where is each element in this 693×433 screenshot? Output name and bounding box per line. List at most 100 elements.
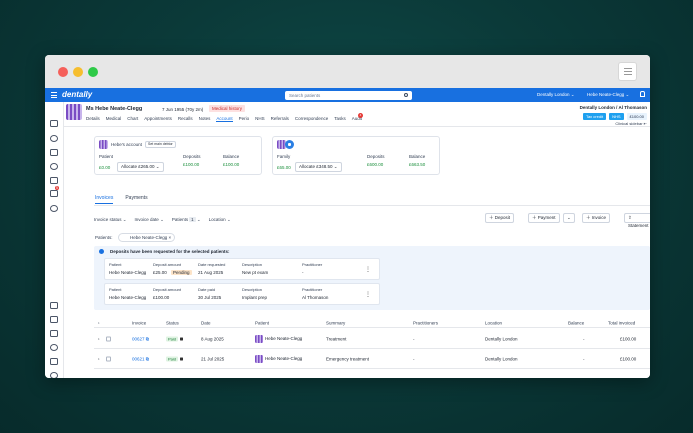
deposit-card-value: Hebe Neate-Clegg <box>109 270 147 275</box>
expand-all-icon[interactable]: › <box>98 320 100 325</box>
patient-header: Ms Hebe Neate-Clegg 7 Jun 1955 (70y 2m) … <box>64 102 650 127</box>
patients-filter[interactable]: Patients 1 ⌄ <box>172 217 201 223</box>
deposit-card: Patient Deposit amount Date paid Descrip… <box>104 283 380 305</box>
practice-practitioner: Dentally London / Al Thomason <box>579 105 647 110</box>
column-header: Date <box>201 320 211 325</box>
invoice-link[interactable]: 00627 ⧉ <box>132 336 149 341</box>
location-label: Dentally London <box>537 92 570 97</box>
inbox-count-badge: 5 <box>55 186 59 190</box>
payment-menu-button[interactable]: ⌄ <box>563 213 575 223</box>
tab-medical[interactable]: Medical <box>106 116 122 122</box>
expand-row-icon[interactable]: › <box>98 356 100 361</box>
invoice-link[interactable]: 00621 ⧉ <box>132 356 149 361</box>
family-allocate-dropdown[interactable]: Allocate £348.50 ⌄ <box>295 162 342 172</box>
kebab-menu-icon[interactable]: ⋮ <box>365 291 371 298</box>
tab-chart[interactable]: Chart <box>127 116 138 122</box>
maximize-window-button[interactable] <box>88 67 98 77</box>
list-icon[interactable] <box>50 302 58 309</box>
status-cell: Paid <box>166 336 184 341</box>
deposit-button[interactable]: ＋ Deposit <box>485 213 515 223</box>
new-invoice-button[interactable]: ＋ Invoice <box>582 213 611 223</box>
balance-cell: - <box>583 356 585 361</box>
patients-icon[interactable] <box>50 135 58 142</box>
payment-button[interactable]: ＋ Payment <box>528 213 560 223</box>
tab-account[interactable]: Account <box>216 116 233 122</box>
row-checkbox[interactable] <box>106 356 111 361</box>
home-icon[interactable] <box>50 120 58 127</box>
invoice-status-filter[interactable]: Invoice status ⌄ <box>94 217 127 223</box>
main-content: Ms Hebe Neate-Clegg 7 Jun 1955 (70y 2m) … <box>64 102 650 378</box>
patient-account-card: Hebe's account Set main debtor Patient £… <box>94 136 262 175</box>
patient-chip-name: Hebe Neate-Clegg <box>130 235 168 240</box>
clock-icon[interactable] <box>50 163 58 170</box>
tab-tasks[interactable]: Tasks <box>334 116 346 122</box>
medical-history-badge[interactable]: Medical history <box>209 105 246 112</box>
tab-invoices[interactable]: Invoices <box>95 195 114 204</box>
tab-correspondence[interactable]: Correspondence <box>295 116 328 122</box>
location-dropdown[interactable]: Dentally London ⌄ <box>537 92 575 98</box>
tab-recalls[interactable]: Recalls <box>178 116 193 122</box>
balance-label: Balance <box>223 154 240 159</box>
column-header: Invoice <box>132 320 147 325</box>
tab-details[interactable]: Details <box>86 116 100 122</box>
row-checkbox[interactable] <box>106 336 111 341</box>
patient-name: Ms Hebe Neate-Clegg <box>86 106 143 112</box>
deposit-card-header: Patient <box>109 287 122 292</box>
invoice-label: Invoice <box>591 215 607 220</box>
minimize-window-button[interactable] <box>73 67 83 77</box>
top-nav-bar: dentally Search patients Dentally London… <box>45 88 650 102</box>
deposit-card-value: New pt exam <box>242 270 269 275</box>
deposit-card-header: Description <box>242 262 263 267</box>
deposit-card-value: 21 Aug 2025 <box>198 270 224 275</box>
nhs-button[interactable]: NHS <box>609 113 624 120</box>
patient-chip[interactable]: Hebe Neate-Clegg × <box>118 233 176 242</box>
kebab-menu-icon[interactable]: ⋮ <box>365 266 371 273</box>
total-cell: £100.00 <box>620 356 637 361</box>
allocate-dropdown[interactable]: Allocate £265.00 ⌄ <box>117 162 164 172</box>
user-dropdown[interactable]: Hebe Neate-Clegg ⌄ <box>587 92 629 98</box>
invoice-number: 00621 <box>132 356 145 361</box>
family-deposits-label: Deposits <box>367 154 385 159</box>
window-menu-icon[interactable] <box>618 62 637 81</box>
column-header: Total invoiced <box>608 320 636 325</box>
tab-appointments[interactable]: Appointments <box>144 116 172 122</box>
reports-icon[interactable] <box>50 358 58 365</box>
tab-nhs[interactable]: NHS <box>255 116 265 122</box>
family-account-card: Family £65.00 Allocate £348.50 ⌄ Deposit… <box>272 136 440 175</box>
expand-row-icon[interactable]: › <box>98 336 100 341</box>
patient-tabs: Details Medical Chart Appointments Recalls No… <box>86 116 362 122</box>
calendar-icon[interactable] <box>50 177 58 184</box>
lock-icon <box>180 357 184 361</box>
set-main-debtor-button[interactable]: Set main debtor <box>145 141 176 148</box>
tax-credit-button[interactable]: Tax credit <box>582 113 607 120</box>
summary-cell: Emergency treatment <box>326 356 370 361</box>
patient-search-input[interactable]: Search patients <box>285 90 412 100</box>
bell-icon[interactable] <box>640 91 645 97</box>
tab-notes[interactable]: Notes <box>199 116 211 122</box>
deposit-label: Deposit <box>494 215 511 220</box>
family-balance-value: £663.50 <box>409 162 426 167</box>
invoice-date-filter[interactable]: Invoice date ⌄ <box>135 217 164 223</box>
tab-referrals[interactable]: Referrals <box>271 116 289 122</box>
invoice-status-label: Invoice status <box>94 217 122 222</box>
inbox-icon[interactable] <box>50 190 58 197</box>
column-header: Location <box>485 320 503 325</box>
tab-payments[interactable]: Payments <box>125 195 147 204</box>
location-filter[interactable]: Location ⌄ <box>209 217 231 223</box>
invoice-date-label: Invoice date <box>134 217 159 222</box>
close-window-button[interactable] <box>58 67 68 77</box>
transfer-icon[interactable] <box>50 149 58 156</box>
chart-icon[interactable] <box>50 330 58 337</box>
settings-icon[interactable] <box>50 372 58 378</box>
send-icon[interactable] <box>50 316 58 323</box>
patient-avatar-icon <box>255 354 263 363</box>
table-row[interactable]: › 00627 ⧉ Paid 8 Aug 2025 Hebe Neate-Cle… <box>94 329 650 349</box>
add-user-icon[interactable] <box>50 205 58 212</box>
balance-cell: - <box>583 336 585 341</box>
table-row[interactable]: › 00621 ⧉ Paid 21 Jul 2025 Hebe Neate-Cl… <box>94 349 650 369</box>
globe-icon[interactable] <box>50 344 58 351</box>
tab-perio[interactable]: Perio <box>239 116 250 122</box>
clinical-sidebar-toggle[interactable]: Clinical sidebar ⇤ <box>615 121 647 126</box>
statement-button[interactable]: ⇪ Statement <box>624 213 650 228</box>
hamburger-menu-icon[interactable] <box>51 92 57 98</box>
